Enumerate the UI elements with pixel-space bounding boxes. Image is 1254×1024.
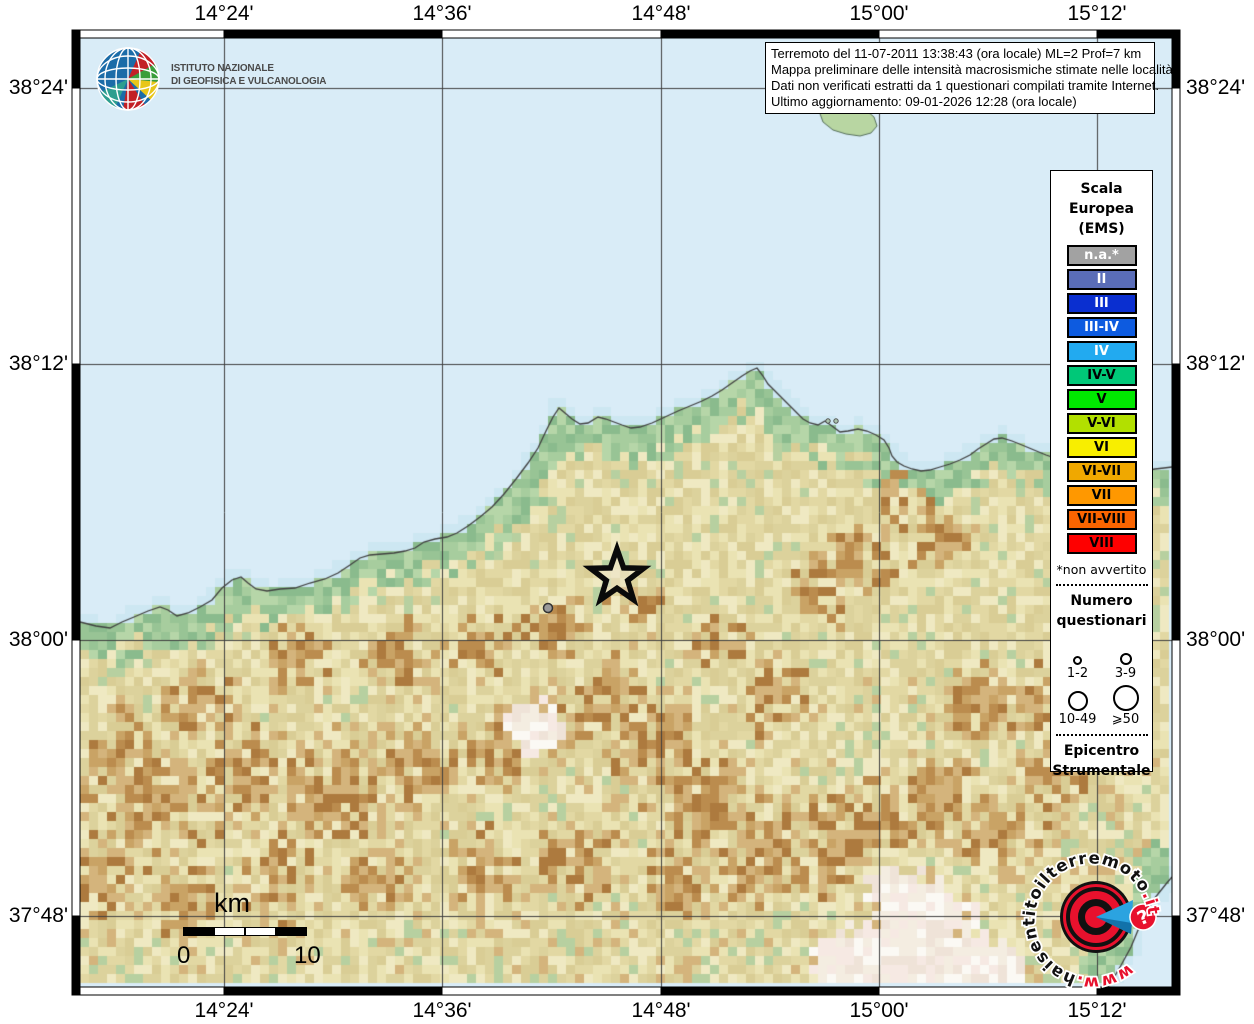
frame-segment (879, 30, 1097, 38)
axis-label-left-3: 37°48' (0, 905, 68, 927)
questionnaire-size-key: 1-2 3-9 10-49 ⩾50 (1054, 637, 1150, 727)
frame-segment (72, 916, 80, 995)
ems-class-vii: VII (1067, 485, 1137, 506)
frame-segment (72, 364, 80, 640)
axis-label-bottom-3: 15°00' (849, 1000, 908, 1022)
ems-class-vii-viii: VII-VIII (1067, 509, 1137, 530)
ems-class-v-vi: V-VI (1067, 413, 1137, 434)
ems-class-vi: VI (1067, 437, 1137, 458)
frame-segment (72, 88, 80, 364)
questionnaire-size-label: 1-2 (1067, 667, 1088, 681)
axis-label-top-3: 15°00' (849, 3, 908, 25)
frame-segment (72, 640, 80, 916)
frame-segment (224, 30, 442, 38)
ingv-globe-icon (95, 46, 161, 112)
scalebar-unit: km (214, 888, 250, 919)
frame-segment (1172, 364, 1180, 640)
earthquake-info-box: Terremoto del 11-07-2011 13:38:43 (ora l… (765, 42, 1155, 114)
axis-label-left-1: 38°12' (0, 353, 68, 375)
ems-class-ii: II (1067, 269, 1137, 290)
axis-label-bottom-2: 14°48' (631, 1000, 690, 1022)
axis-label-top-0: 14°24' (194, 3, 253, 25)
questionnaire-size-label: 3-9 (1115, 667, 1136, 681)
axis-label-top-4: 15°12' (1067, 3, 1126, 25)
axis-label-bottom-1: 14°36' (412, 1000, 471, 1022)
epicenter-title-line1: Epicentro (1052, 741, 1150, 761)
frame-segment (224, 987, 442, 995)
ems-class-iv: IV (1067, 341, 1137, 362)
questionnaire-circle-10-49 (1068, 683, 1088, 711)
frame-segment (72, 30, 224, 38)
institute-name: ISTITUTO NAZIONALE DI GEOFISICA E VULCAN… (171, 62, 326, 88)
frame-segment (661, 987, 879, 995)
legend-panel: Scala Europea (EMS) n.a.*IIIIIIII-IVIVIV… (1050, 170, 1153, 772)
axis-label-top-1: 14°36' (412, 3, 471, 25)
info-line-2: Mappa preliminare delle intensità macros… (771, 62, 1149, 78)
legend-title-line: (EMS) (1069, 219, 1134, 239)
frame-segment (661, 30, 879, 38)
frame-segment (1172, 30, 1180, 88)
ems-class-vi-vii: VI-VII (1067, 461, 1137, 482)
scalebar-segment (275, 928, 306, 935)
questionnaire-circle-⩾50 (1113, 683, 1139, 711)
scalebar-bar (183, 927, 307, 936)
axis-label-left-2: 38°00' (0, 629, 68, 651)
legend-title-line: Scala (1069, 179, 1134, 199)
ems-scale-list: n.a.*IIIIIIII-IVIVIV-VVV-VIVIVI-VIIVIIVI… (1067, 245, 1137, 554)
info-line-1: Terremoto del 11-07-2011 13:38:43 (ora l… (771, 46, 1149, 62)
axis-label-right-1: 38°12' (1186, 353, 1245, 375)
axis-label-bottom-0: 14°24' (194, 1000, 253, 1022)
axis-label-right-0: 38°24' (1186, 77, 1245, 99)
axis-label-right-2: 38°00' (1186, 629, 1245, 651)
axis-label-top-2: 14°48' (631, 3, 690, 25)
scalebar-segment (215, 928, 244, 935)
ingv-logo: ISTITUTO NAZIONALE DI GEOFISICA E VULCAN… (95, 46, 355, 114)
frame-segment (1097, 30, 1180, 38)
legend-title: Scala Europea (EMS) (1069, 179, 1134, 239)
questionnaire-title-line2: questionari (1056, 611, 1146, 631)
info-line-4: Ultimo aggiornamento: 09-01-2026 12:28 (… (771, 94, 1149, 110)
questionnaire-circle-3-9 (1120, 637, 1132, 665)
axis-label-left-0: 38°24' (0, 77, 68, 99)
ems-class-v: V (1067, 389, 1137, 410)
epicenter-key-title: Epicentro Strumentale (1052, 741, 1150, 781)
ems-class-n-a-: n.a.* (1067, 245, 1137, 266)
info-line-3: Dati non verificati estratti da 1 questi… (771, 78, 1149, 94)
institute-name-line2: DI GEOFISICA E VULCANOLOGIA (171, 75, 326, 88)
frame-segment (1172, 88, 1180, 364)
macroseismic-map-page: 14°24' 14°36' 14°48' 15°00' 15°12' 14°24' 14°3… (0, 0, 1254, 1024)
ems-class-iii-iv: III-IV (1067, 317, 1137, 338)
frame-segment (442, 987, 661, 995)
questionnaire-size-label: ⩾50 (1112, 713, 1139, 727)
frame-segment (442, 30, 661, 38)
institute-name-line1: ISTITUTO NAZIONALE (171, 62, 326, 75)
legend-footnote: *non avvertito (1057, 562, 1147, 577)
epicenter-title-line2: Strumentale (1052, 761, 1150, 781)
haisentitoilterremoto-logo: ? www.haisentitoilterremoto.it (1006, 827, 1186, 1007)
scalebar-segment (184, 928, 215, 935)
axis-label-right-3: 37°48' (1186, 905, 1245, 927)
frame-segment (72, 30, 80, 88)
ems-class-iv-v: IV-V (1067, 365, 1137, 386)
questionnaire-title-line1: Numero (1070, 591, 1132, 611)
legend-title-line: Europea (1069, 199, 1134, 219)
questionnaire-size-label: 10-49 (1059, 713, 1097, 727)
legend-separator (1056, 584, 1148, 586)
frame-segment (72, 987, 224, 995)
ems-class-iii: III (1067, 293, 1137, 314)
legend-separator (1056, 734, 1148, 736)
scalebar-segment (246, 928, 275, 935)
questionnaire-circle-1-2 (1073, 637, 1082, 665)
ems-class-viii: VIII (1067, 533, 1137, 554)
